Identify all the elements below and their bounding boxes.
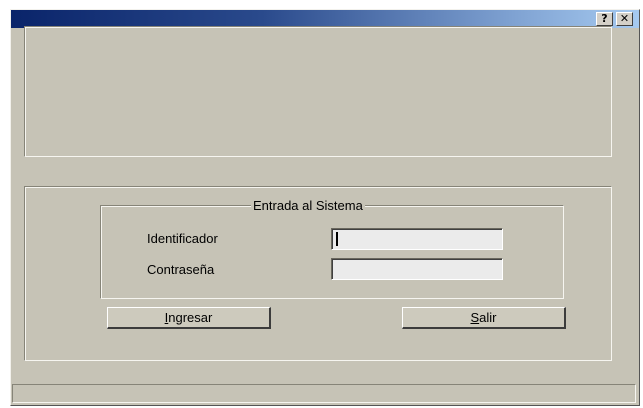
user-label: Identificador [147,231,218,246]
close-icon: ✕ [619,12,630,25]
login-groupbox: Entrada al Sistema [100,198,564,299]
user-field[interactable] [331,228,503,250]
exit-button[interactable]: Salir [402,307,566,329]
password-label: Contraseña [147,262,215,277]
password-field[interactable] [331,258,503,280]
text-cursor [336,232,338,246]
login-button-label: ngresar [168,310,213,325]
close-button[interactable]: ✕ [616,12,633,26]
banner-panel [24,26,612,157]
exit-button-label: alir [479,310,497,325]
groupbox-title: Entrada al Sistema [251,198,365,213]
login-button[interactable]: Ingresar [107,307,271,329]
exit-accel-key: S [470,310,480,325]
help-button[interactable]: ? [596,12,613,26]
help-icon: ? [601,12,608,25]
